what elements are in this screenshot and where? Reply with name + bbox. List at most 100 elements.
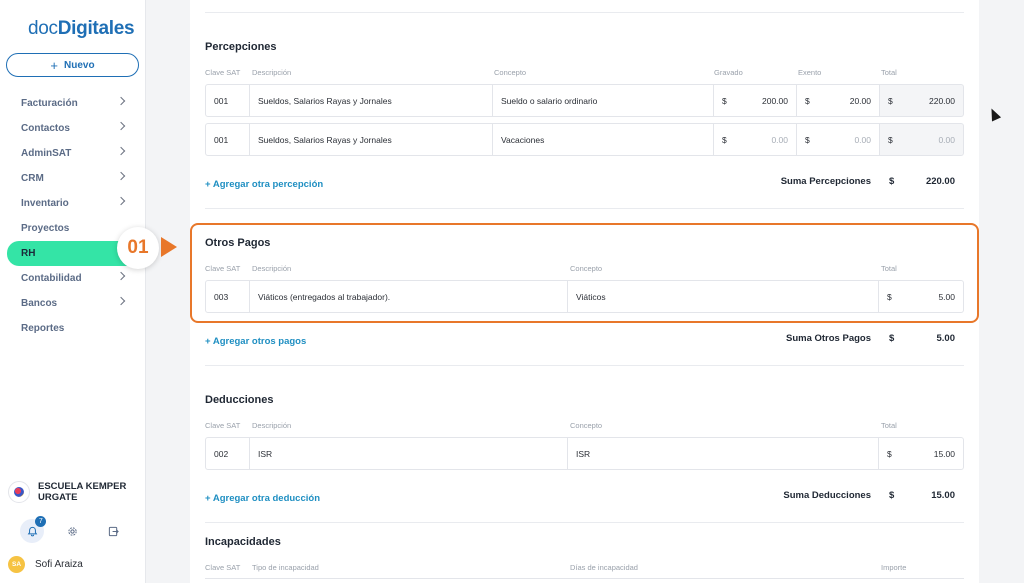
settings-button[interactable]: [61, 519, 85, 543]
sidebar-item-contactos[interactable]: Contactos: [0, 116, 146, 141]
col-header-clave: Clave SAT: [205, 68, 241, 77]
gravado-value: 200.00: [762, 95, 788, 106]
sidebar-item-adminsat[interactable]: AdminSAT: [0, 141, 146, 166]
currency-symbol: $: [805, 95, 810, 106]
total-value: 0.00: [938, 134, 955, 145]
chevron-right-icon: [116, 146, 126, 156]
col-header-clave: Clave SAT: [205, 563, 241, 572]
total-value: 5.00: [938, 291, 955, 302]
sidebar-item-label: AdminSAT: [21, 148, 72, 159]
plus-icon: +: [50, 57, 59, 73]
col-header-descripcion: Descripción: [252, 421, 292, 430]
sidebar-item-inventario[interactable]: Inventario: [0, 191, 146, 216]
sidebar-item-label: Inventario: [21, 198, 69, 209]
table-row: 002 ISR ISR $15.00: [205, 437, 964, 470]
gravado-value: 0.00: [771, 134, 788, 145]
gravado-input[interactable]: $200.00: [714, 84, 797, 117]
add-percepcion-link[interactable]: + Agregar otra percepción: [205, 179, 323, 190]
user-profile[interactable]: SA Sofi Araiza: [8, 556, 83, 573]
sidebar-item-label: Reportes: [21, 323, 65, 334]
total-value: 220.00: [929, 95, 955, 106]
col-header-clave: Clave SAT: [205, 421, 241, 430]
organization-logo: [8, 481, 30, 503]
col-header-descripcion: Descripción: [252, 264, 292, 273]
clave-input[interactable]: 001: [205, 84, 250, 117]
col-header-concepto: Concepto: [570, 421, 603, 430]
chevron-right-icon: [116, 96, 126, 106]
bell-icon: [27, 526, 38, 536]
sidebar-item-label: Contabilidad: [21, 273, 82, 284]
step-arrow-icon: [161, 237, 177, 257]
sidebar-item-reportes[interactable]: Reportes: [0, 316, 146, 341]
sum-deducciones-label: Suma Deducciones: [783, 490, 871, 501]
sidebar-item-label: RH: [21, 248, 36, 259]
total-value: 15.00: [933, 448, 955, 459]
col-header-total: Total: [881, 264, 897, 273]
total-input[interactable]: $5.00: [879, 280, 964, 313]
sum-percepciones-value: 220.00: [925, 176, 955, 187]
currency-symbol: $: [887, 448, 892, 459]
table-row: 001 Sueldos, Salarios Rayas y Jornales S…: [205, 84, 964, 117]
sidebar-item-contabilidad[interactable]: Contabilidad: [0, 266, 146, 291]
concepto-input[interactable]: Viáticos: [568, 280, 879, 313]
concepto-input[interactable]: ISR: [568, 437, 879, 470]
col-header-exento: Exento: [798, 68, 822, 77]
clave-input[interactable]: 001: [205, 123, 250, 156]
col-header-clave: Clave SAT: [205, 264, 241, 273]
clave-input[interactable]: 003: [205, 280, 250, 313]
table-row: 001 Sueldos, Salarios Rayas y Jornales V…: [205, 123, 964, 156]
notification-count-badge: 7: [35, 516, 47, 527]
table-row: 003 Viáticos (entregados al trabajador).…: [205, 280, 964, 313]
currency-symbol: $: [887, 291, 892, 302]
sidebar-item-crm[interactable]: CRM: [0, 166, 146, 191]
clave-input[interactable]: 002: [205, 437, 250, 470]
col-header-total: Total: [881, 421, 897, 430]
sum-percepciones-label: Suma Percepciones: [780, 176, 871, 187]
descripcion-select[interactable]: Sueldos, Salarios Rayas y Jornales: [250, 123, 493, 156]
descripcion-select[interactable]: ISR: [250, 437, 568, 470]
exento-value: 20.00: [849, 95, 871, 106]
organization-name: ESCUELA KEMPER URGATE: [38, 481, 127, 503]
sidebar-item-facturacion[interactable]: Facturación: [0, 91, 146, 116]
total-field: $0.00: [880, 123, 964, 156]
utility-bar: 7: [0, 516, 146, 546]
sidebar-item-bancos[interactable]: Bancos: [0, 291, 146, 316]
app-logo[interactable]: docDigitales: [28, 18, 135, 40]
currency-symbol: $: [889, 333, 895, 344]
notifications-button[interactable]: 7: [20, 516, 47, 543]
chevron-right-icon: [116, 296, 126, 306]
chevron-right-icon: [116, 171, 126, 181]
currency-symbol: $: [889, 176, 895, 187]
chevron-right-icon: [116, 121, 126, 131]
new-button[interactable]: + Nuevo: [6, 53, 139, 77]
divider: [205, 365, 964, 366]
total-field: $220.00: [880, 84, 964, 117]
step-badge: 01: [117, 227, 159, 269]
col-header-concepto: Concepto: [494, 68, 527, 77]
sidebar: docDigitales + Nuevo Facturación Contact…: [0, 0, 146, 583]
payroll-card: Percepciones Clave SAT Descripción Conce…: [190, 0, 979, 583]
col-header-gravado: Gravado: [714, 68, 743, 77]
concepto-input[interactable]: Vacaciones: [493, 123, 714, 156]
table-row-edge: [205, 578, 964, 579]
new-button-label: Nuevo: [64, 59, 95, 71]
col-header-total: Total: [881, 68, 897, 77]
add-otros-pagos-link[interactable]: + Agregar otros pagos: [205, 336, 306, 347]
section-title-otros-pagos: Otros Pagos: [205, 237, 271, 249]
concepto-input[interactable]: Sueldo o salario ordinario: [493, 84, 714, 117]
divider: [205, 208, 964, 209]
descripcion-select[interactable]: Sueldos, Salarios Rayas y Jornales: [250, 84, 493, 117]
col-header-tipo: Tipo de incapacidad: [252, 563, 319, 572]
exento-input[interactable]: $0.00: [797, 123, 880, 156]
gravado-input[interactable]: $0.00: [714, 123, 797, 156]
logout-button[interactable]: [102, 519, 126, 543]
descripcion-select[interactable]: Viáticos (entregados al trabajador).: [250, 280, 568, 313]
organization-switcher[interactable]: ESCUELA KEMPER URGATE: [8, 481, 134, 503]
sidebar-item-label: Bancos: [21, 298, 58, 309]
sum-otros-pagos-label: Suma Otros Pagos: [786, 333, 871, 344]
add-deduccion-link[interactable]: + Agregar otra deducción: [205, 493, 320, 504]
exento-input[interactable]: $20.00: [797, 84, 880, 117]
divider: [205, 522, 964, 523]
logout-icon: [109, 526, 119, 536]
total-input[interactable]: $15.00: [879, 437, 964, 470]
